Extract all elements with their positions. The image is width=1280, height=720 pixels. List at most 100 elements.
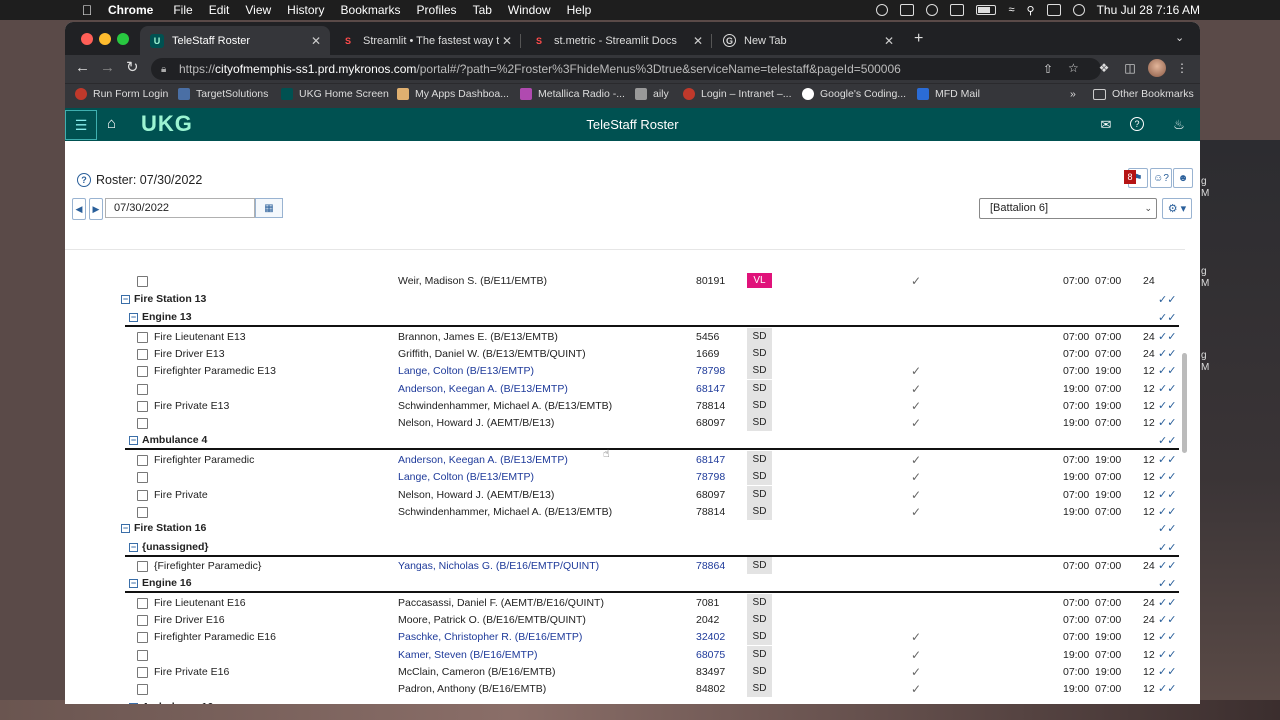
menu-view[interactable]: View <box>245 3 271 17</box>
row-checkbox[interactable] <box>137 418 148 429</box>
row-checkbox[interactable] <box>137 507 148 518</box>
close-tab-icon[interactable]: ✕ <box>881 34 897 48</box>
table-row[interactable]: Fire Private Nelson, Howard J. (AEMT/B/E1… <box>65 486 1185 503</box>
share-icon[interactable]: ⇧ <box>1043 62 1053 76</box>
table-row[interactable]: Fire Driver E13 Griffith, Daniel W. (B/E1… <box>65 345 1185 362</box>
table-row[interactable]: {Firefighter Paramedic} Yangas, Nicholas … <box>65 557 1185 574</box>
roster-date-input[interactable]: 07/30/2022 <box>105 198 255 218</box>
bookmark-star-icon[interactable]: ☆ <box>1068 61 1079 75</box>
employee-id-cell[interactable]: 68075 <box>696 649 725 661</box>
bookmark-my-apps[interactable]: My Apps Dashboa... <box>397 88 509 100</box>
close-tab-icon[interactable]: ✕ <box>690 34 706 48</box>
row-checkbox[interactable] <box>137 561 148 572</box>
table-row[interactable]: Fire Lieutenant E16 Paccasassi, Daniel F.… <box>65 594 1185 611</box>
menu-window[interactable]: Window <box>508 3 551 17</box>
row-checkbox[interactable] <box>137 455 148 466</box>
control-icon[interactable] <box>950 4 965 16</box>
table-row[interactable]: Fire Private E13 Schwindenhammer, Michael… <box>65 397 1185 414</box>
table-row[interactable]: Lange, Colton (B/E13/EMTP) 78798 SD ✓ 19:00 0… <box>65 468 1185 485</box>
approve-checkmarks-icon[interactable]: ✓✓ <box>1158 505 1176 518</box>
employee-id-cell[interactable]: 78798 <box>696 365 725 377</box>
bookmark-metallica-radio[interactable]: Metallica Radio -... <box>520 88 625 100</box>
row-checkbox[interactable] <box>137 632 148 643</box>
collapse-toggle-icon[interactable]: − <box>129 436 138 445</box>
tab-search-chevron-icon[interactable]: ⌄ <box>1175 31 1184 44</box>
row-checkbox[interactable] <box>137 490 148 501</box>
collapse-toggle-icon[interactable]: − <box>129 703 138 704</box>
collapse-toggle-icon[interactable]: − <box>129 313 138 322</box>
bookmark-mfd-mail[interactable]: MFD Mail <box>917 88 980 100</box>
table-row[interactable]: Nelson, Howard J. (AEMT/B/E13) 68097 SD ✓ 19… <box>65 414 1185 431</box>
user-question-icon[interactable]: ☺? <box>1150 168 1172 188</box>
chat-icon[interactable]: ✉ <box>1098 117 1114 132</box>
row-checkbox[interactable] <box>137 384 148 395</box>
collapse-toggle-icon[interactable]: − <box>121 524 130 533</box>
bookmark-run-form-login[interactable]: Run Form Login <box>75 88 168 100</box>
previous-date-arrow-icon[interactable]: ◀ <box>72 198 86 220</box>
approve-checkmarks-icon[interactable]: ✓✓ <box>1158 559 1176 572</box>
help-icon[interactable]: ? <box>1130 117 1144 131</box>
close-window-icon[interactable] <box>81 33 93 45</box>
menubar-clock[interactable]: Thu Jul 28 7:16 AM <box>1097 3 1200 17</box>
menu-file[interactable]: File <box>173 3 192 17</box>
reload-icon[interactable]: ↻ <box>126 60 139 76</box>
collapse-toggle-icon[interactable]: − <box>129 543 138 552</box>
table-row[interactable]: Anderson, Keegan A. (B/E13/EMTP) 68147 SD ✓… <box>65 380 1185 397</box>
approve-checkmarks-icon[interactable]: ✓✓ <box>1158 682 1176 695</box>
tab-telestaff-roster[interactable]: U TeleStaff Roster ✕ <box>140 26 330 55</box>
close-tab-icon[interactable]: ✕ <box>499 34 515 48</box>
new-tab-plus-icon[interactable]: + <box>914 30 923 48</box>
siri-icon[interactable] <box>1072 4 1085 16</box>
table-row[interactable]: Schwindenhammer, Michael A. (B/E13/EMTB)… <box>65 503 1185 520</box>
table-row[interactable]: Firefighter Paramedic Anderson, Keegan A.… <box>65 451 1185 468</box>
table-row[interactable]: Firefighter Paramedic E13 Lange, Colton (… <box>65 362 1185 379</box>
search-icon[interactable]: ⚲ <box>1027 4 1035 17</box>
control-center-icon[interactable] <box>1046 4 1061 16</box>
approve-checkmarks-icon[interactable]: ✓✓ <box>1158 630 1176 643</box>
approve-checkmarks-icon[interactable]: ✓✓ <box>1158 293 1176 306</box>
employee-id-cell[interactable]: 68147 <box>696 454 725 466</box>
user-profile-icon[interactable]: ☻ <box>1173 168 1193 188</box>
table-row[interactable]: Fire Lieutenant E13 Brannon, James E. (B/… <box>65 328 1185 345</box>
extensions-puzzle-icon[interactable]: ❖ <box>1097 61 1111 75</box>
approve-checkmarks-icon[interactable]: ✓✓ <box>1158 522 1176 535</box>
tab-st-metric[interactable]: S st.metric - Streamlit Docs ✕ <box>522 26 712 55</box>
table-row[interactable]: Weir, Madison S. (B/E11/EMTB) 80191 VL ✓ 07:… <box>65 272 1185 289</box>
settings-gear-icon[interactable]: ⚙ ▾ <box>1162 198 1192 219</box>
lock-icon[interactable]: 🔒︎ <box>161 64 171 75</box>
employee-name-cell[interactable]: Paschke, Christopher R. (B/E16/EMTP) <box>398 631 582 643</box>
menu-app-name[interactable]: Chrome <box>108 3 153 17</box>
tab-new-tab[interactable]: G New Tab ✕ <box>713 26 903 55</box>
row-checkbox[interactable] <box>137 650 148 661</box>
employee-id-cell[interactable]: 68147 <box>696 383 725 395</box>
bookmark-intranet[interactable]: Login – Intranet –... <box>683 88 791 100</box>
employee-name-cell[interactable]: Lange, Colton (B/E13/EMTP) <box>398 471 534 483</box>
approve-checkmarks-icon[interactable]: ✓✓ <box>1158 382 1176 395</box>
row-checkbox[interactable] <box>137 667 148 678</box>
row-checkbox[interactable] <box>137 598 148 609</box>
record-icon[interactable] <box>876 4 889 16</box>
collapse-toggle-icon[interactable]: − <box>121 295 130 304</box>
menu-history[interactable]: History <box>287 3 324 17</box>
table-row[interactable]: Firefighter Paramedic E16 Paschke, Christ… <box>65 628 1185 645</box>
bookmark-aily[interactable]: aily <box>635 88 669 100</box>
menu-tab[interactable]: Tab <box>473 3 492 17</box>
employee-name-cell[interactable]: Lange, Colton (B/E13/EMTP) <box>398 365 534 377</box>
battery-icon[interactable] <box>976 5 997 15</box>
row-checkbox[interactable] <box>137 276 148 287</box>
approve-checkmarks-icon[interactable]: ✓✓ <box>1158 488 1176 501</box>
calendar-icon[interactable]: ▦ <box>255 198 283 218</box>
row-checkbox[interactable] <box>137 684 148 695</box>
approve-checkmarks-icon[interactable]: ✓✓ <box>1158 613 1176 626</box>
bookmark-ukg-home[interactable]: UKG Home Screen <box>281 88 389 100</box>
row-checkbox[interactable] <box>137 401 148 412</box>
approve-checkmarks-icon[interactable]: ✓✓ <box>1158 701 1176 704</box>
approve-checkmarks-icon[interactable]: ✓✓ <box>1158 596 1176 609</box>
approve-checkmarks-icon[interactable]: ✓✓ <box>1158 541 1176 554</box>
airplay-icon[interactable] <box>926 4 939 16</box>
table-row[interactable]: Fire Private E16 McClain, Cameron (B/E16/… <box>65 663 1185 680</box>
back-arrow-icon[interactable]: ← <box>75 60 90 76</box>
apple-icon[interactable]:  <box>80 3 94 17</box>
tab-streamlit[interactable]: S Streamlit • The fastest way to b ✕ <box>331 26 521 55</box>
approve-checkmarks-icon[interactable]: ✓✓ <box>1158 434 1176 447</box>
